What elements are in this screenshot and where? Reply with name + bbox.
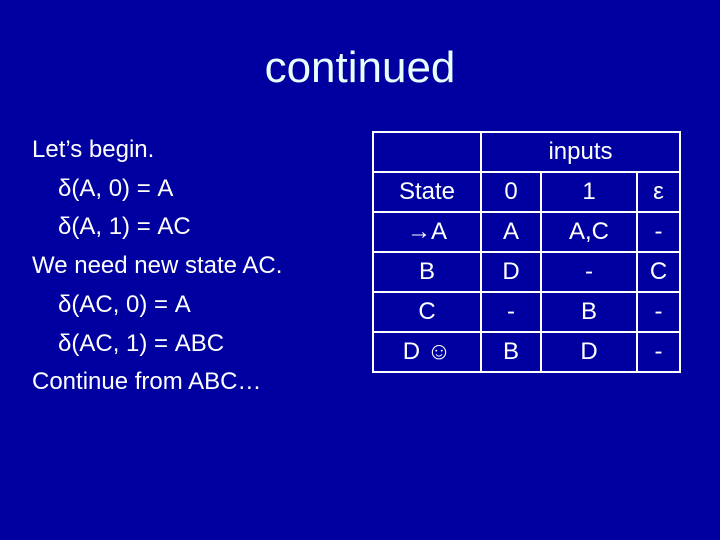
body-line: δ(AC, 0) = A <box>58 290 191 318</box>
body-line: Continue from ABC… <box>32 368 262 396</box>
input-0-cell: A <box>480 211 542 253</box>
state-cell: D ☺ <box>372 331 482 373</box>
body-text-list: Let’s begin. δ(A, 0) = A δ(A, 1) = AC We… <box>32 131 362 402</box>
table-group-header-row: inputs <box>372 131 681 173</box>
column-header-state: State <box>372 171 482 213</box>
epsilon-cell: C <box>636 251 681 293</box>
state-cell: →A <box>372 211 482 253</box>
body-line: δ(A, 0) = A <box>58 174 174 202</box>
epsilon-cell: - <box>636 291 681 333</box>
column-header-input-0: 0 <box>480 171 542 213</box>
state-cell: C <box>372 291 482 333</box>
slide-title: continued <box>264 43 456 92</box>
input-0-cell: D <box>480 251 542 293</box>
transition-table: inputs State 0 1 ε →A A A,C - B D - C C … <box>372 131 681 373</box>
input-1-cell: A,C <box>540 211 638 253</box>
body-line: δ(AC, 1) = ABC <box>58 329 225 357</box>
table-corner-cell <box>372 131 482 173</box>
column-header-input-1: 1 <box>540 171 638 213</box>
input-0-cell: B <box>480 331 542 373</box>
table-header-row: State 0 1 ε <box>372 171 681 213</box>
input-1-cell: B <box>540 291 638 333</box>
table-row: B D - C <box>372 251 681 293</box>
column-header-epsilon: ε <box>636 171 681 213</box>
body-line: Let’s begin. <box>32 136 155 163</box>
input-1-cell: - <box>540 251 638 293</box>
body-line: δ(A, 1) = AC <box>58 213 191 241</box>
table-row: →A A A,C - <box>372 211 681 253</box>
inputs-group-header: inputs <box>480 131 681 173</box>
state-cell: B <box>372 251 482 293</box>
table-row: C - B - <box>372 291 681 333</box>
table-row: D ☺ B D - <box>372 331 681 373</box>
input-0-cell: - <box>480 291 542 333</box>
body-line: We need new state AC. <box>32 252 283 280</box>
input-1-cell: D <box>540 331 638 373</box>
epsilon-cell: - <box>636 211 681 253</box>
epsilon-cell: - <box>636 331 681 373</box>
